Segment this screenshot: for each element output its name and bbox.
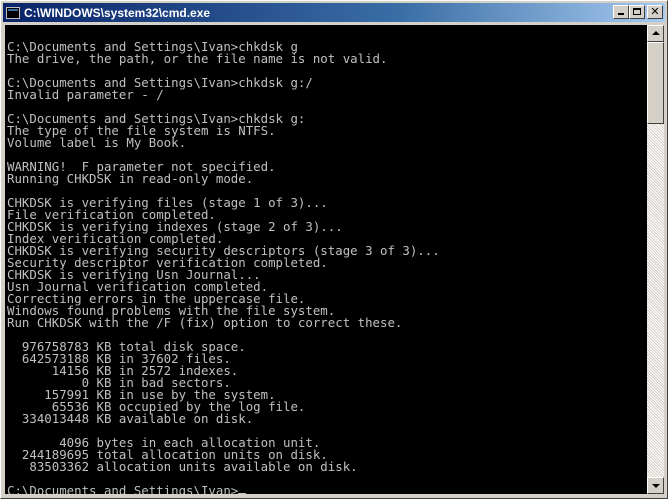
console-line: 83503362 allocation units available on d…	[29, 459, 358, 474]
title-bar[interactable]: C:\WINDOWS\system32\cmd.exe ✕	[3, 3, 665, 22]
console-lines: C:\Documents and Settings\Ivan>chkdsk g …	[7, 39, 440, 474]
scroll-up-arrow-icon	[652, 31, 660, 35]
vertical-scrollbar[interactable]	[647, 25, 664, 494]
close-button[interactable]: ✕	[647, 5, 663, 19]
minimize-button[interactable]	[613, 5, 629, 19]
scroll-down-arrow-icon	[652, 484, 660, 488]
console-line: Volume label is My Book.	[7, 135, 187, 150]
console-line: 334013448 KB available on disk.	[21, 411, 254, 426]
console-line: Invalid parameter - /	[7, 87, 164, 102]
minimize-icon	[618, 13, 624, 15]
console-text: C:\Documents and Settings\Ivan>chkdsk g …	[5, 25, 647, 494]
console-line: Running CHKDSK in read-only mode.	[7, 171, 254, 186]
window-title: C:\WINDOWS\system32\cmd.exe	[24, 5, 211, 20]
maximize-button[interactable]	[629, 5, 645, 19]
close-icon: ✕	[650, 5, 660, 18]
console-icon[interactable]	[6, 6, 20, 19]
cmd-window: C:\WINDOWS\system32\cmd.exe ✕ C:\Documen…	[0, 0, 668, 499]
scroll-up-button[interactable]	[647, 25, 664, 42]
console-output-area[interactable]: C:\Documents and Settings\Ivan>chkdsk g …	[5, 25, 647, 494]
scroll-down-button[interactable]	[647, 477, 664, 494]
console-line: Run CHKDSK with the /F (fix) option to c…	[7, 315, 403, 330]
title-buttons: ✕	[613, 5, 663, 19]
text-cursor	[238, 493, 247, 494]
command-prompt: C:\Documents and Settings\Ivan>	[7, 483, 239, 494]
scrollbar-thumb[interactable]	[647, 42, 664, 124]
console-line: The drive, the path, or the file name is…	[7, 51, 388, 66]
maximize-icon	[633, 8, 641, 15]
